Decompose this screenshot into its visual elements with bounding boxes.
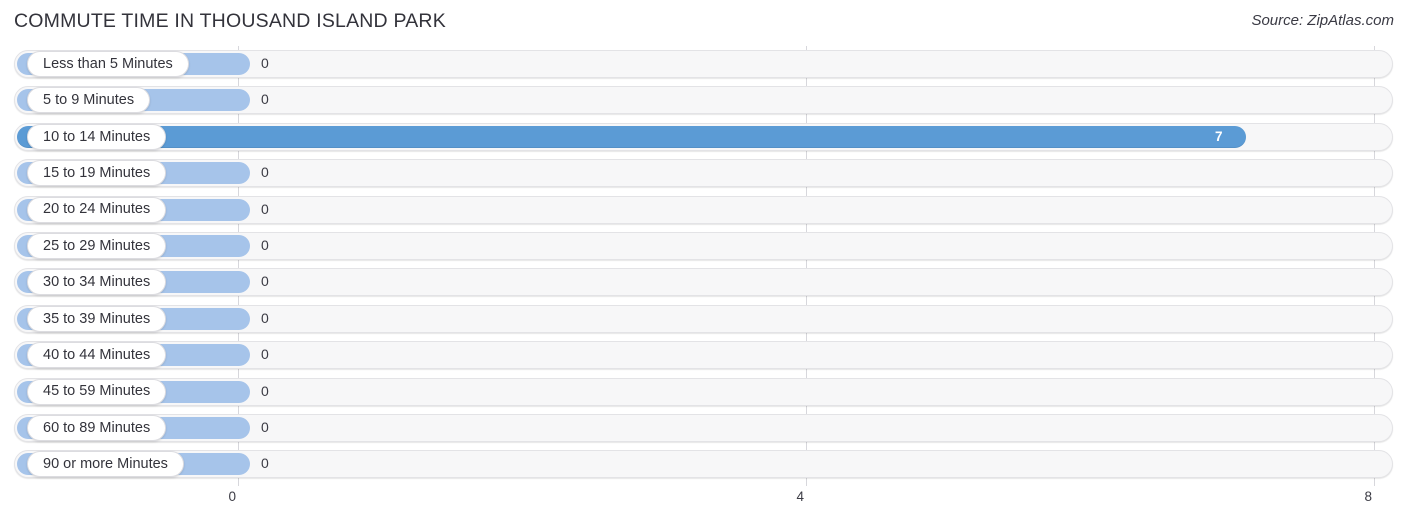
category-label-pill: 35 to 39 Minutes xyxy=(27,305,167,332)
category-label-pill: 5 to 9 Minutes xyxy=(27,87,151,114)
bar-row[interactable]: 60 to 89 Minutes 0 xyxy=(0,410,1406,446)
category-label-pill: 15 to 19 Minutes xyxy=(27,160,167,187)
bar-value-label: 0 xyxy=(261,346,269,363)
bar-row[interactable]: 30 to 34 Minutes 0 xyxy=(0,264,1406,300)
bar-row[interactable]: 90 or more Minutes 0 xyxy=(0,446,1406,482)
bar-row[interactable]: 35 to 39 Minutes 0 xyxy=(0,301,1406,337)
bar-value-label: 0 xyxy=(261,237,269,253)
bar-value-label: 0 xyxy=(261,164,269,181)
bar-row[interactable]: Less than 5 Minutes 0 xyxy=(0,46,1406,82)
page-title: COMMUTE TIME IN THOUSAND ISLAND PARK xyxy=(14,10,446,32)
bar-value-label: 0 xyxy=(261,309,269,326)
category-label-pill: 25 to 29 Minutes xyxy=(27,233,167,259)
bar-value-label: 0 xyxy=(261,200,269,217)
bar-row[interactable]: 10 to 14 Minutes 7 xyxy=(0,119,1406,155)
bar-row[interactable]: 40 to 44 Minutes 0 xyxy=(0,337,1406,373)
category-label-pill: 10 to 14 Minutes xyxy=(27,123,167,150)
bar-fill xyxy=(17,125,1246,148)
category-label-pill: 20 to 24 Minutes xyxy=(27,196,167,223)
bar-row[interactable]: 15 to 19 Minutes 0 xyxy=(0,155,1406,191)
bar-row[interactable]: 5 to 9 Minutes 0 xyxy=(0,82,1406,118)
category-label: 5 to 9 Minutes xyxy=(43,92,135,109)
chart-header: COMMUTE TIME IN THOUSAND ISLAND PARK Sou… xyxy=(0,0,1406,46)
category-label: 20 to 24 Minutes xyxy=(43,201,151,218)
category-label-pill: 90 or more Minutes xyxy=(27,451,184,478)
category-label: 60 to 89 Minutes xyxy=(43,419,151,436)
category-label: 30 to 34 Minutes xyxy=(43,274,151,291)
bar-value-label: 0 xyxy=(261,273,269,290)
category-label-pill: 30 to 34 Minutes xyxy=(27,269,167,296)
bar-row[interactable]: 20 to 24 Minutes 0 xyxy=(0,192,1406,228)
bar-value-label: 0 xyxy=(261,91,269,108)
bar-value-label: 0 xyxy=(261,382,269,399)
category-label: 90 or more Minutes xyxy=(43,456,168,473)
category-label: 15 to 19 Minutes xyxy=(43,164,151,181)
category-label-pill: Less than 5 Minutes xyxy=(27,51,189,77)
x-axis: 0 4 8 xyxy=(0,486,1406,523)
chart-plot-area: Less than 5 Minutes 0 5 to 9 Minutes 0 10 to… xyxy=(0,46,1406,486)
x-tick-label: 4 xyxy=(796,489,804,504)
category-label: 40 to 44 Minutes xyxy=(43,346,151,363)
category-label-pill: 45 to 59 Minutes xyxy=(27,378,167,405)
category-label: 35 to 39 Minutes xyxy=(43,310,151,327)
bar-value-label: 0 xyxy=(261,455,269,472)
category-label: 10 to 14 Minutes xyxy=(43,128,151,145)
bar-row[interactable]: 45 to 59 Minutes 0 xyxy=(0,374,1406,410)
category-label: 25 to 29 Minutes xyxy=(43,237,151,254)
x-tick-label: 8 xyxy=(1364,489,1372,504)
category-label-pill: 40 to 44 Minutes xyxy=(27,342,167,369)
bar-value-label: 7 xyxy=(1215,128,1223,144)
bar-value-label: 0 xyxy=(261,55,269,71)
bar-row[interactable]: 25 to 29 Minutes 0 xyxy=(0,228,1406,264)
bar-value-label: 0 xyxy=(261,419,269,435)
source-attribution: Source: ZipAtlas.com xyxy=(1251,12,1394,29)
x-tick-label: 0 xyxy=(228,489,236,504)
category-label-pill: 60 to 89 Minutes xyxy=(27,415,167,441)
category-label: Less than 5 Minutes xyxy=(43,55,173,72)
category-label: 45 to 59 Minutes xyxy=(43,383,151,400)
